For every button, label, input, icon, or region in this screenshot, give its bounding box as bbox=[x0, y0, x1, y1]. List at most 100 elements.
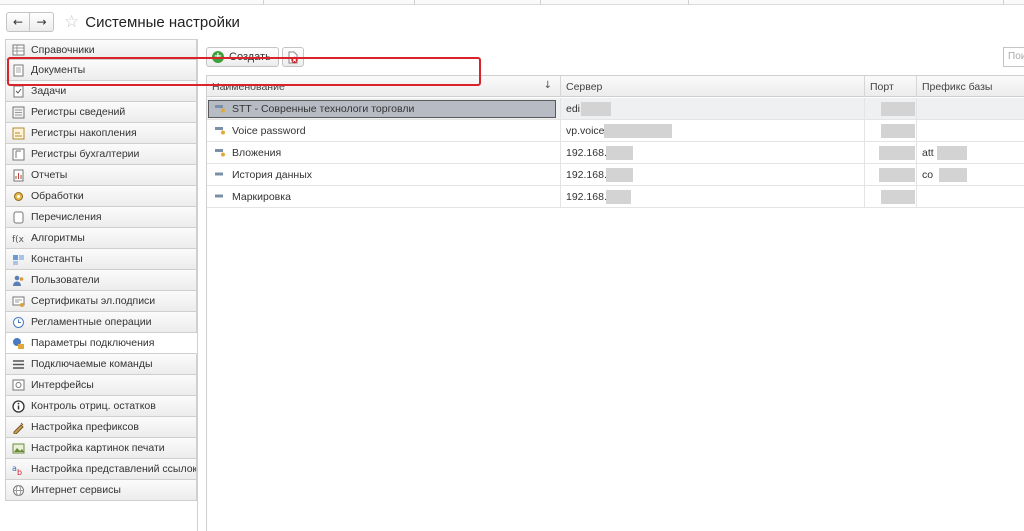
sidebar-item[interactable]: Контроль отриц. остатков bbox=[5, 396, 197, 417]
cell-name: Voice password bbox=[207, 120, 561, 142]
connection-row-icon bbox=[215, 172, 223, 176]
forward-button[interactable]: → bbox=[30, 12, 54, 32]
cell-name: История данных bbox=[207, 164, 561, 186]
sidebar-item-label: Настройка представлений ссылок bbox=[31, 463, 197, 475]
cell-name: STT - Совренные технологи торговли bbox=[207, 98, 561, 120]
create-button[interactable]: + Создать bbox=[206, 47, 279, 67]
sidebar-item[interactable]: Настройка префиксов bbox=[5, 417, 197, 438]
link-view-icon: ab bbox=[11, 462, 25, 476]
sidebar-item-label: Подключаемые команды bbox=[31, 358, 153, 370]
cell-prefix: co bbox=[922, 169, 934, 181]
connection-row-icon bbox=[215, 127, 225, 135]
svg-text:f(x): f(x) bbox=[12, 235, 25, 245]
main-content: + Создать Поис Наименование ↓ Сервер Пор… bbox=[197, 39, 1024, 531]
sidebar-item-label: Документы bbox=[31, 64, 86, 76]
sidebar-item[interactable]: Сертификаты эл.подписи bbox=[5, 291, 197, 312]
sidebar-item[interactable]: Регистры накопления bbox=[5, 123, 197, 144]
sidebar-item[interactable]: Регламентные операции bbox=[5, 312, 197, 333]
list-icon bbox=[11, 357, 25, 371]
sidebar-item[interactable]: Регистры сведений bbox=[5, 102, 197, 123]
redacted-value bbox=[881, 124, 915, 138]
sidebar-item[interactable]: f(x) Алгоритмы bbox=[5, 228, 197, 249]
sidebar-item[interactable]: Подключаемые команды bbox=[5, 354, 197, 375]
sidebar-item[interactable]: Пользователи bbox=[5, 270, 197, 291]
picture-icon bbox=[11, 441, 25, 455]
certificate-icon bbox=[11, 294, 25, 308]
sidebar-item[interactable]: Отчеты bbox=[5, 165, 197, 186]
cell-prefix bbox=[917, 98, 1024, 120]
sidebar-item[interactable]: Настройка картинок печати bbox=[5, 438, 197, 459]
sidebar-item[interactable]: Регистры бухгалтерии bbox=[5, 144, 197, 165]
users-icon bbox=[11, 273, 25, 287]
column-header-port[interactable]: Порт bbox=[865, 76, 917, 97]
toolbar: + Создать bbox=[206, 47, 304, 67]
redacted-value bbox=[879, 146, 915, 160]
column-header-name[interactable]: Наименование ↓ bbox=[207, 76, 561, 97]
sidebar-item[interactable]: Задачи bbox=[5, 81, 197, 102]
sidebar-item-label: Справочники bbox=[31, 43, 95, 56]
sidebar-item-label: Настройка картинок печати bbox=[31, 442, 165, 454]
sidebar-item[interactable]: Перечисления bbox=[5, 207, 197, 228]
sidebar-item-label: Сертификаты эл.подписи bbox=[31, 295, 156, 307]
table-row[interactable]: История данных 192.168. co bbox=[207, 164, 1024, 186]
web-service-icon bbox=[11, 483, 25, 497]
sidebar-item-label: Пользователи bbox=[31, 274, 100, 286]
sidebar-item[interactable]: Документы bbox=[5, 60, 197, 81]
create-button-label: Создать bbox=[229, 51, 271, 63]
redacted-value bbox=[937, 146, 967, 160]
sidebar-item[interactable]: Интерфейсы bbox=[5, 375, 197, 396]
cell-name-text: STT - Совренные технологи торговли bbox=[232, 103, 415, 115]
table-row[interactable]: Voice password vp.voicep bbox=[207, 120, 1024, 142]
delete-button[interactable] bbox=[281, 47, 304, 67]
sidebar-item-label: Алгоритмы bbox=[31, 232, 85, 244]
constant-icon bbox=[11, 252, 25, 266]
table-row[interactable]: Маркировка 192.168. bbox=[207, 186, 1024, 208]
sidebar-item[interactable]: Параметры подключения bbox=[5, 333, 197, 354]
cell-name: Маркировка bbox=[207, 186, 561, 208]
plus-icon: + bbox=[212, 51, 224, 63]
connection-row-icon bbox=[215, 149, 225, 157]
sidebar-item-label: Параметры подключения bbox=[31, 337, 155, 349]
favorite-star-icon[interactable]: ☆ bbox=[64, 12, 79, 32]
enum-icon bbox=[11, 210, 25, 224]
report-icon bbox=[11, 168, 25, 182]
algorithm-icon: f(x) bbox=[11, 231, 25, 245]
sidebar-item[interactable]: Интернет сервисы bbox=[5, 480, 197, 501]
sidebar-item-label: Контроль отриц. остатков bbox=[31, 400, 156, 412]
info-icon bbox=[11, 399, 25, 413]
arrow-right-icon: → bbox=[36, 15, 47, 29]
sidebar-item-label: Настройка префиксов bbox=[31, 421, 139, 433]
clock-icon bbox=[11, 315, 25, 329]
cell-name-text: Вложения bbox=[232, 147, 282, 159]
table-row[interactable]: STT - Совренные технологи торговли edi. bbox=[207, 98, 1024, 120]
redacted-value bbox=[879, 168, 915, 182]
redacted-value bbox=[939, 168, 967, 182]
info-register-icon bbox=[11, 105, 25, 119]
sidebar-item-label: Перечисления bbox=[31, 211, 102, 223]
column-header-prefix[interactable]: Префикс базы bbox=[917, 76, 1024, 97]
cell-prefix bbox=[917, 120, 1024, 142]
connection-row-icon bbox=[215, 194, 223, 198]
sidebar-item[interactable]: Константы bbox=[5, 249, 197, 270]
cell-name: Вложения bbox=[207, 142, 561, 164]
arrow-left-icon: ← bbox=[12, 15, 24, 29]
column-header-server[interactable]: Сервер bbox=[561, 76, 865, 97]
redacted-value bbox=[606, 168, 633, 182]
cell-name-text: Voice password bbox=[232, 125, 306, 137]
sidebar-item-label: Регистры накопления bbox=[31, 127, 137, 139]
sidebar-item[interactable]: Обработки bbox=[5, 186, 197, 207]
sidebar-item[interactable]: Справочники bbox=[5, 39, 197, 60]
delete-icon bbox=[288, 51, 298, 63]
search-input[interactable]: Поис bbox=[1003, 47, 1024, 67]
redacted-value bbox=[581, 102, 611, 116]
back-button[interactable]: ← bbox=[6, 12, 30, 32]
sidebar-item-label: Отчеты bbox=[31, 169, 68, 181]
sidebar: Справочники Документы Задачи Регистры сведе… bbox=[5, 39, 197, 509]
redacted-value bbox=[881, 102, 915, 116]
redacted-value bbox=[606, 146, 633, 160]
table-row[interactable]: Вложения 192.168. att bbox=[207, 142, 1024, 164]
cell-name-text: История данных bbox=[232, 169, 312, 181]
interface-icon bbox=[11, 378, 25, 392]
sidebar-item[interactable]: a b Настройка представлений ссылок bbox=[5, 459, 197, 480]
document-icon bbox=[11, 63, 25, 77]
